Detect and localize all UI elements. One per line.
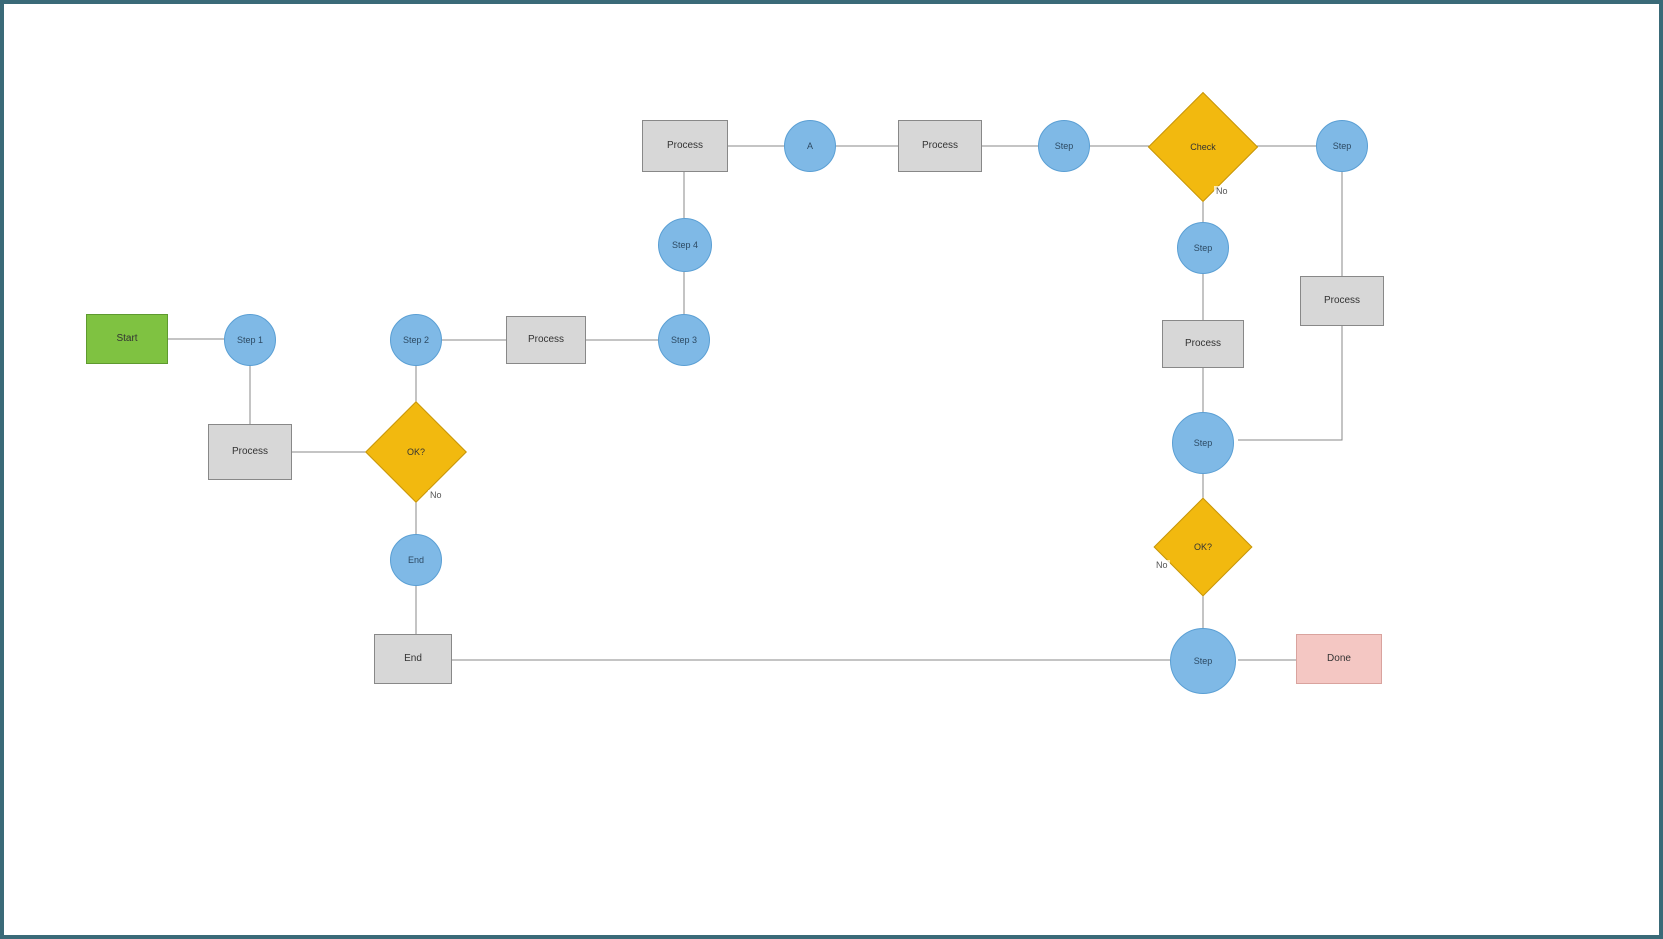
step-node-c10[interactable]: End [390, 534, 442, 586]
edge-label-d1-no: No [428, 490, 444, 500]
node-label: Done [1327, 653, 1351, 665]
process-node-r3[interactable]: Process [642, 120, 728, 172]
node-label: Step 4 [672, 240, 698, 250]
process-node-r2[interactable]: Process [506, 316, 586, 364]
step-node-c3[interactable]: Step 3 [658, 314, 710, 366]
step-node-c6[interactable]: Step [1038, 120, 1090, 172]
node-label: Step 2 [403, 335, 429, 345]
decision-node-d1[interactable]: OK? [380, 416, 452, 488]
diagram-frame: Start Step 1 Process OK? No Step 2 Proce… [0, 0, 1663, 939]
flowchart-canvas[interactable]: Start Step 1 Process OK? No Step 2 Proce… [4, 4, 1659, 935]
node-label: Check [1164, 108, 1242, 186]
end-node[interactable]: Done [1296, 634, 1382, 684]
step-node-c5[interactable]: A [784, 120, 836, 172]
process-node-r6[interactable]: Process [1162, 320, 1244, 368]
node-label: Process [232, 446, 268, 458]
step-node-c4[interactable]: Step 4 [658, 218, 712, 272]
node-label: Step [1055, 141, 1074, 151]
step-node-c9[interactable]: Step [1172, 412, 1234, 474]
edge-label-d3-no: No [1154, 560, 1170, 570]
decision-node-d2[interactable]: Check [1164, 108, 1242, 186]
node-label: Step [1194, 656, 1213, 666]
node-label: Process [528, 334, 564, 346]
process-node-r5[interactable]: Process [1300, 276, 1384, 326]
step-node-c7[interactable]: Step [1316, 120, 1368, 172]
node-label: Step [1194, 243, 1213, 253]
node-label: Step [1333, 141, 1352, 151]
node-label: Start [116, 333, 137, 345]
process-node-r1[interactable]: Process [208, 424, 292, 480]
step-node-c11[interactable]: Step [1170, 628, 1236, 694]
process-node-r7[interactable]: End [374, 634, 452, 684]
node-label: End [408, 555, 424, 565]
node-label: OK? [1168, 512, 1238, 582]
decision-node-d3[interactable]: OK? [1168, 512, 1238, 582]
node-label: Process [667, 140, 703, 152]
node-label: OK? [380, 416, 452, 488]
node-label: Process [922, 140, 958, 152]
node-label: Step 3 [671, 335, 697, 345]
node-label: Step 1 [237, 335, 263, 345]
step-node-c1[interactable]: Step 1 [224, 314, 276, 366]
node-label: Process [1324, 295, 1360, 307]
start-node[interactable]: Start [86, 314, 168, 364]
process-node-r4[interactable]: Process [898, 120, 982, 172]
step-node-c8[interactable]: Step [1177, 222, 1229, 274]
step-node-c2[interactable]: Step 2 [390, 314, 442, 366]
node-label: Process [1185, 338, 1221, 350]
node-label: A [807, 141, 813, 151]
node-label: Step [1194, 438, 1213, 448]
edge-label-d2-no: No [1214, 186, 1230, 196]
node-label: End [404, 653, 422, 665]
